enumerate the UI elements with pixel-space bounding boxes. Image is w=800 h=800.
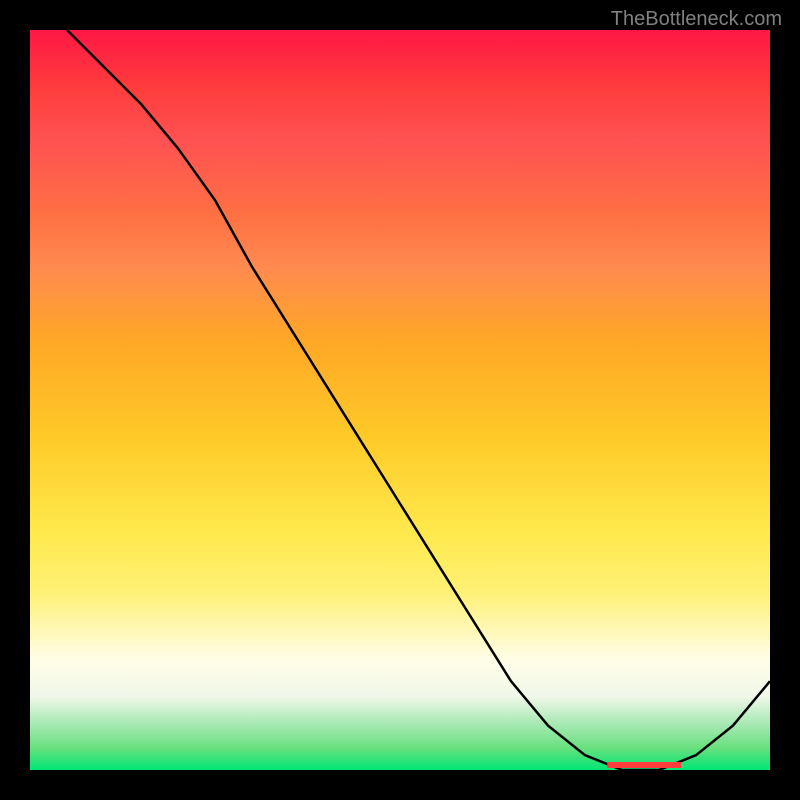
minimum-region-bar: [607, 762, 681, 768]
chart-line-svg: [30, 30, 770, 770]
bottleneck-curve-line: [67, 30, 770, 770]
chart-plot-area: [30, 30, 770, 770]
watermark-text: TheBottleneck.com: [611, 8, 782, 31]
